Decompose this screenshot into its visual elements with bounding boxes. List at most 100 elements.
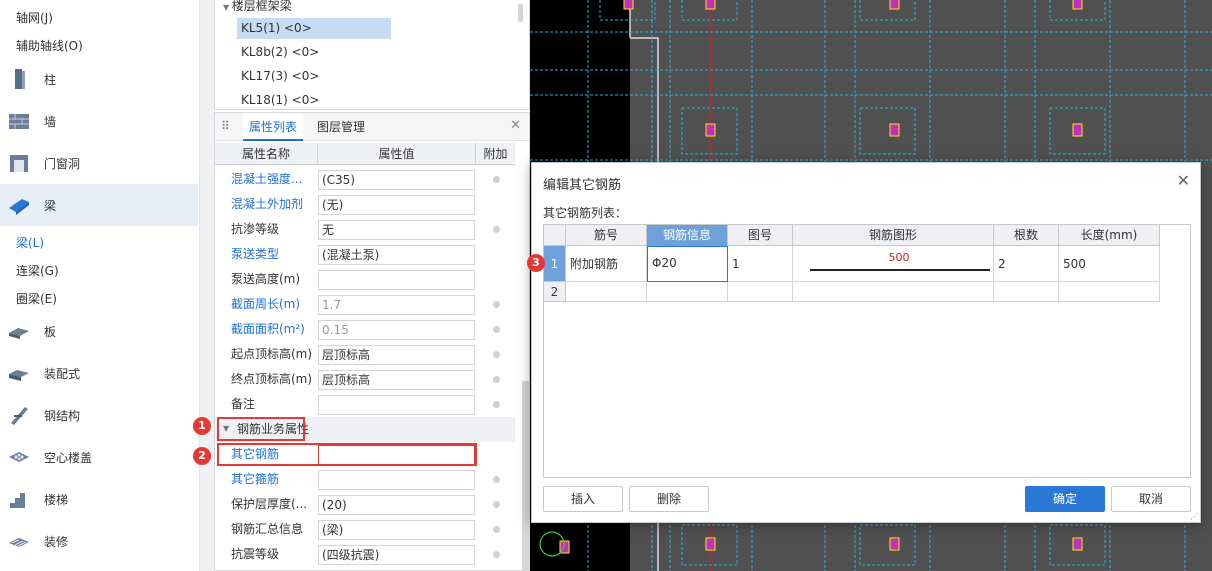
cell-rebar-no[interactable] (566, 282, 647, 302)
cell-rebar-info[interactable] (647, 282, 728, 302)
highlight-box-other-rebar (217, 443, 477, 466)
col-row-number (544, 225, 566, 246)
row-header[interactable]: 2 (544, 282, 566, 302)
col-rebar-no: 筋号 (566, 225, 647, 246)
property-row: 保护层厚度(... (20) (215, 492, 515, 517)
cell-length[interactable]: 500 (1059, 246, 1160, 282)
edit-other-rebar-dialog: 编辑其它钢筋 ✕ 其它钢筋列表： 筋号 钢筋信息 图号 钢筋图形 根数 长度(m… (531, 162, 1201, 523)
tree-node[interactable]: KL18(1) <0> (237, 90, 391, 109)
property-row: 泵送类型 (混凝土泵) (215, 242, 515, 267)
col-rebar-info: 钢筋信息 (647, 225, 728, 246)
delete-button[interactable]: 删除 (629, 486, 709, 512)
cancel-button[interactable]: 取消 (1111, 486, 1191, 512)
tree-node[interactable]: KL17(3) <0> (237, 66, 391, 87)
tree-group-header[interactable]: ▼ 楼层框架梁 (223, 0, 292, 14)
nav-sub-link-beam[interactable]: 连梁(G) (16, 262, 59, 279)
extra-radio[interactable] (493, 226, 500, 233)
property-value: 1.7 (318, 295, 475, 315)
property-row: 起点顶标高(m) 层顶标高 (215, 342, 515, 367)
cell-count[interactable]: 2 (994, 246, 1059, 282)
cell-rebar-no[interactable]: 附加钢筋 (566, 246, 647, 282)
nav-item-hollow-floor[interactable]: 空心楼盖 (0, 436, 198, 478)
tab-layer-management[interactable]: 图层管理 (311, 113, 371, 141)
property-row: 泵送高度(m) (215, 267, 515, 292)
collapse-triangle-icon: ▼ (223, 3, 232, 12)
property-value[interactable] (318, 270, 475, 290)
tree-node[interactable]: KL8b(2) <0> (237, 42, 391, 63)
cell-rebar-info[interactable]: Φ20 (647, 246, 728, 282)
nav-item-prefab[interactable]: 装配式 (0, 352, 198, 394)
property-value[interactable]: (无) (318, 195, 475, 215)
extra-radio[interactable] (493, 401, 500, 408)
resize-grip-icon[interactable]: ⋰ (1190, 512, 1198, 521)
property-value[interactable]: 无 (318, 220, 475, 240)
cell-figure-no[interactable]: 1 (728, 246, 793, 282)
extra-radio[interactable] (493, 301, 500, 308)
property-grid-header: 属性名称 属性值 附加 (215, 143, 515, 165)
col-prop-value: 属性值 (318, 143, 476, 165)
extra-radio[interactable] (493, 376, 500, 383)
property-value[interactable]: 层顶标高 (318, 370, 475, 390)
extra-radio[interactable] (493, 476, 500, 483)
tree-group-label: 楼层框架梁 (231, 0, 292, 13)
tab-property-list[interactable]: 属性列表 (243, 113, 304, 141)
extra-radio[interactable] (493, 176, 500, 183)
property-name: 备注 (231, 397, 256, 411)
nav-label-stair: 楼梯 (44, 492, 69, 507)
extra-radio[interactable] (493, 501, 500, 508)
property-value[interactable]: (梁) (318, 520, 475, 540)
ok-button[interactable]: 确定 (1025, 486, 1105, 512)
nav-item-wall[interactable]: 墙 (0, 100, 198, 142)
slab-icon (8, 320, 30, 342)
property-name: 截面周长(m) (231, 297, 301, 311)
nav-label-steel: 钢结构 (44, 408, 81, 423)
extra-radio[interactable] (493, 351, 500, 358)
property-value[interactable] (318, 470, 475, 490)
nav-item-slab[interactable]: 板 (0, 310, 198, 352)
panel-splitter[interactable] (200, 0, 214, 571)
cell-count[interactable] (994, 282, 1059, 302)
nav-label-hollow-floor: 空心楼盖 (44, 450, 93, 465)
insert-button[interactable]: 插入 (543, 486, 623, 512)
property-value[interactable]: (混凝土泵) (318, 245, 475, 265)
nav-aux-axis[interactable]: 辅助轴线(O) (16, 37, 83, 54)
nav-item-column[interactable]: 柱 (0, 58, 198, 100)
property-row: 终点顶标高(m) 层顶标高 (215, 367, 515, 392)
wall-icon (8, 110, 30, 132)
col-figure-no: 图号 (728, 225, 793, 246)
nav-item-steel[interactable]: 钢结构 (0, 394, 198, 436)
tree-scrollbar[interactable] (518, 4, 523, 22)
tree-node[interactable]: KL5(1) <0> (237, 18, 391, 39)
property-name: 泵送高度(m) (231, 272, 301, 286)
nav-item-door-window[interactable]: 门窗洞 (0, 142, 198, 184)
step-badge: 3 (527, 254, 545, 272)
close-icon[interactable]: ✕ (510, 118, 521, 133)
property-value[interactable] (318, 395, 475, 415)
cell-figure-no[interactable] (728, 282, 793, 302)
extra-radio[interactable] (493, 526, 500, 533)
property-value[interactable]: (20) (318, 495, 475, 515)
nav-label-prefab: 装配式 (44, 366, 81, 381)
property-value[interactable]: 层顶标高 (318, 345, 475, 365)
cell-length[interactable] (1059, 282, 1160, 302)
row-header[interactable]: 1 (544, 246, 566, 282)
property-scrollbar[interactable] (522, 381, 529, 571)
nav-label-door-window: 门窗洞 (44, 156, 81, 171)
nav-sub-beam-l[interactable]: 梁(L) (16, 234, 44, 251)
nav-item-decoration[interactable]: 装修 (0, 520, 198, 562)
stair-icon (8, 488, 30, 510)
nav-grid[interactable]: 轴网(J) (16, 9, 53, 26)
extra-radio[interactable] (493, 326, 500, 333)
extra-radio[interactable] (493, 551, 500, 558)
close-icon[interactable]: ✕ (1177, 171, 1190, 190)
drag-handle-icon[interactable]: ⠿ (221, 119, 230, 133)
cell-rebar-shape[interactable]: 500 (793, 246, 994, 282)
property-name: 终点顶标高(m) (231, 372, 313, 386)
property-value[interactable]: (四级抗震) (318, 545, 475, 565)
nav-sub-ring-beam[interactable]: 圈梁(E) (16, 290, 57, 307)
cell-rebar-shape[interactable] (793, 282, 994, 302)
property-value[interactable]: (C35) (318, 170, 475, 190)
nav-item-stair[interactable]: 楼梯 (0, 478, 198, 520)
property-name: 钢筋汇总信息 (231, 522, 304, 536)
nav-item-beam[interactable]: 梁 (0, 184, 198, 226)
